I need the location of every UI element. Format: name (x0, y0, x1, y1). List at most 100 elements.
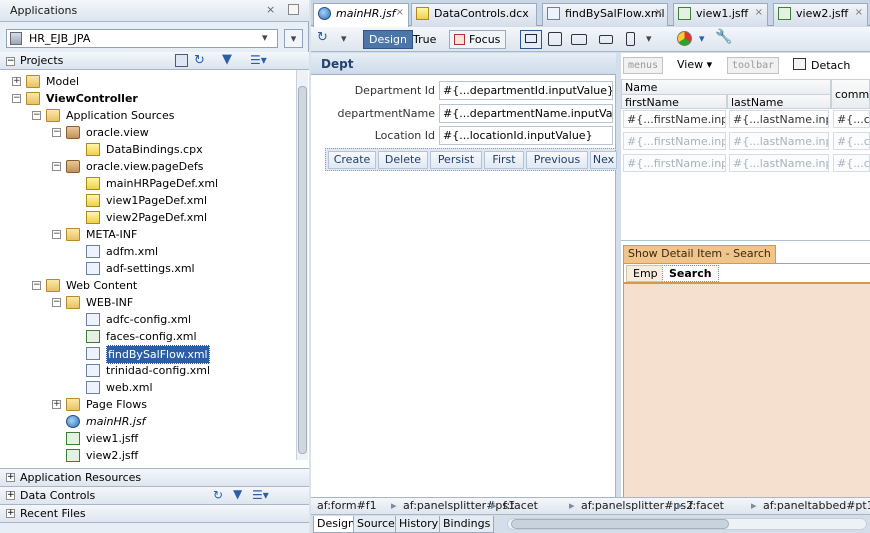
collapse-icon[interactable]: − (6, 57, 15, 66)
detach-button[interactable]: Detach (811, 59, 850, 72)
column-header-commission[interactable]: commiss (831, 79, 870, 109)
chevron-down-icon[interactable]: ▾ (646, 32, 652, 45)
menus-button[interactable]: menus (623, 57, 664, 74)
tab-bindings[interactable]: Bindings (439, 516, 495, 533)
tree-node[interactable]: adfc-config.xml (0, 311, 296, 328)
chevron-down-icon[interactable]: ▾ (699, 32, 705, 45)
accordion-data-controls[interactable]: + Data Controls ↻ ▼ ☰▾ (0, 486, 309, 504)
phone-landscape-icon[interactable] (599, 35, 613, 44)
tree-node[interactable]: view1PageDef.xml (0, 192, 296, 209)
tab-findbysalflow[interactable]: findBySalFlow.xml × (542, 3, 668, 26)
delete-button[interactable]: Delete (378, 151, 428, 169)
department-id-field[interactable]: #{...departmentId.inputValue} (439, 81, 613, 100)
tree-node[interactable]: view2PageDef.xml (0, 209, 296, 226)
sync-icon[interactable]: ↻ (194, 53, 205, 68)
breadcrumb-item[interactable]: f:facet (689, 499, 724, 512)
tab-view2[interactable]: view2.jsff × (773, 3, 868, 26)
application-combo[interactable]: HR_EJB_JPA ▾ (6, 29, 278, 48)
tree-node[interactable]: − ViewController (0, 90, 296, 107)
tree-node[interactable]: trinidad-config.xml (0, 362, 296, 379)
column-header-lastname[interactable]: lastName (727, 94, 831, 109)
design-button[interactable]: Design (363, 30, 413, 49)
tab-mainhr[interactable]: mainHR.jsf × (313, 3, 409, 27)
column-header-firstname[interactable]: firstName (621, 94, 727, 109)
close-icon[interactable]: × (396, 7, 404, 18)
focus-button[interactable]: Focus (449, 30, 507, 49)
close-icon[interactable]: × (755, 7, 763, 18)
browser-icon[interactable] (677, 31, 692, 46)
close-icon[interactable]: × (855, 7, 863, 18)
tablet-landscape-icon[interactable] (571, 34, 587, 45)
breadcrumb-item[interactable]: af:panelsplitter#ps1 (403, 499, 515, 512)
next-button[interactable]: Nex (590, 151, 617, 169)
options-icon[interactable]: ☰▾ (252, 488, 269, 502)
view-menu[interactable]: View ▾ (677, 58, 712, 71)
close-icon[interactable]: × (655, 7, 663, 18)
tab-datacontrols[interactable]: DataControls.dcx (411, 3, 537, 26)
collapse-icon[interactable]: − (12, 94, 21, 103)
breadcrumb-item[interactable]: af:paneltabbed#pt1 (763, 499, 870, 512)
collapse-icon[interactable]: − (32, 281, 41, 290)
close-icon[interactable]: × (266, 3, 275, 16)
tab-view1[interactable]: view1.jsff × (673, 3, 768, 26)
tree-node[interactable]: − oracle.view.pageDefs (0, 158, 296, 175)
sync-icon[interactable]: ↻ (213, 488, 223, 502)
toolbar-button[interactable]: toolbar (727, 57, 780, 74)
tablet-preview-icon[interactable] (548, 32, 562, 46)
table-cell[interactable]: #{...firstName.inp (623, 110, 726, 128)
minimize-icon[interactable] (288, 4, 299, 15)
tree-node[interactable]: DataBindings.cpx (0, 141, 296, 158)
tree-node[interactable]: − Web Content (0, 277, 296, 294)
collapse-icon[interactable]: − (32, 111, 41, 120)
create-button[interactable]: Create (328, 151, 376, 169)
application-menu-button[interactable]: ▾ (284, 29, 303, 48)
tree-node[interactable]: faces-config.xml (0, 328, 296, 345)
filter-icon[interactable]: ▼ (222, 52, 232, 67)
tab-search[interactable]: Search (662, 265, 719, 282)
tree-node[interactable]: − oracle.view (0, 124, 296, 141)
filter-icon[interactable]: ▼ (233, 487, 242, 501)
tree-node[interactable]: mainHRPageDef.xml (0, 175, 296, 192)
accordion-application-resources[interactable]: + Application Resources (0, 468, 309, 486)
tree-node[interactable]: adfm.xml (0, 243, 296, 260)
expand-icon[interactable]: + (12, 77, 21, 86)
true-button[interactable]: True (407, 30, 442, 49)
collapse-icon[interactable]: − (52, 162, 61, 171)
tree-node[interactable]: − Application Sources (0, 107, 296, 124)
tree-scrollbar-thumb[interactable] (298, 86, 307, 454)
tree-node[interactable]: view1.jsff (0, 430, 296, 447)
tab-emp[interactable]: Emp (626, 265, 665, 282)
collapse-icon[interactable]: − (52, 298, 61, 307)
first-button[interactable]: First (484, 151, 524, 169)
tree-node[interactable]: adf-settings.xml (0, 260, 296, 277)
table-cell[interactable]: #{...lastName.inpu (729, 110, 829, 128)
tree-node[interactable]: mainHR.jsf (0, 413, 296, 430)
show-detail-item-tab[interactable]: Show Detail Item - Search (623, 245, 776, 263)
tree-node[interactable]: + Model (0, 73, 296, 90)
breadcrumb-item[interactable]: f:facet (503, 499, 538, 512)
collapse-icon[interactable]: − (52, 128, 61, 137)
persist-button[interactable]: Persist (430, 151, 482, 169)
table-cell[interactable]: #{...co (833, 110, 870, 128)
expand-icon[interactable]: + (52, 400, 61, 409)
tree-node[interactable]: − WEB-INF (0, 294, 296, 311)
tab-history[interactable]: History (395, 516, 443, 533)
tree-node[interactable]: − META-INF (0, 226, 296, 243)
collapse-icon[interactable]: − (52, 230, 61, 239)
location-id-field[interactable]: #{...locationId.inputValue} (439, 126, 613, 145)
horizontal-scrollbar-thumb[interactable] (511, 519, 729, 529)
accordion-recent-files[interactable]: + Recent Files (0, 504, 309, 522)
breadcrumb-item[interactable]: af:form#f1 (317, 499, 377, 512)
phone-preview-icon[interactable] (626, 32, 635, 46)
tree-node[interactable]: findBySalFlow.xml (0, 345, 296, 364)
tree-node[interactable]: view2.jsff (0, 447, 296, 464)
search-icon[interactable] (175, 54, 188, 67)
previous-button[interactable]: Previous (526, 151, 588, 169)
options-icon[interactable]: ☰▾ (250, 53, 267, 67)
tree-node[interactable]: web.xml (0, 379, 296, 396)
tab-source[interactable]: Source (353, 516, 399, 533)
tree-node[interactable]: + Page Flows (0, 396, 296, 413)
refresh-icon[interactable]: ↻ (317, 30, 328, 45)
wrench-icon[interactable]: 🔧 (715, 29, 732, 45)
chevron-down-icon[interactable]: ▾ (341, 32, 347, 45)
